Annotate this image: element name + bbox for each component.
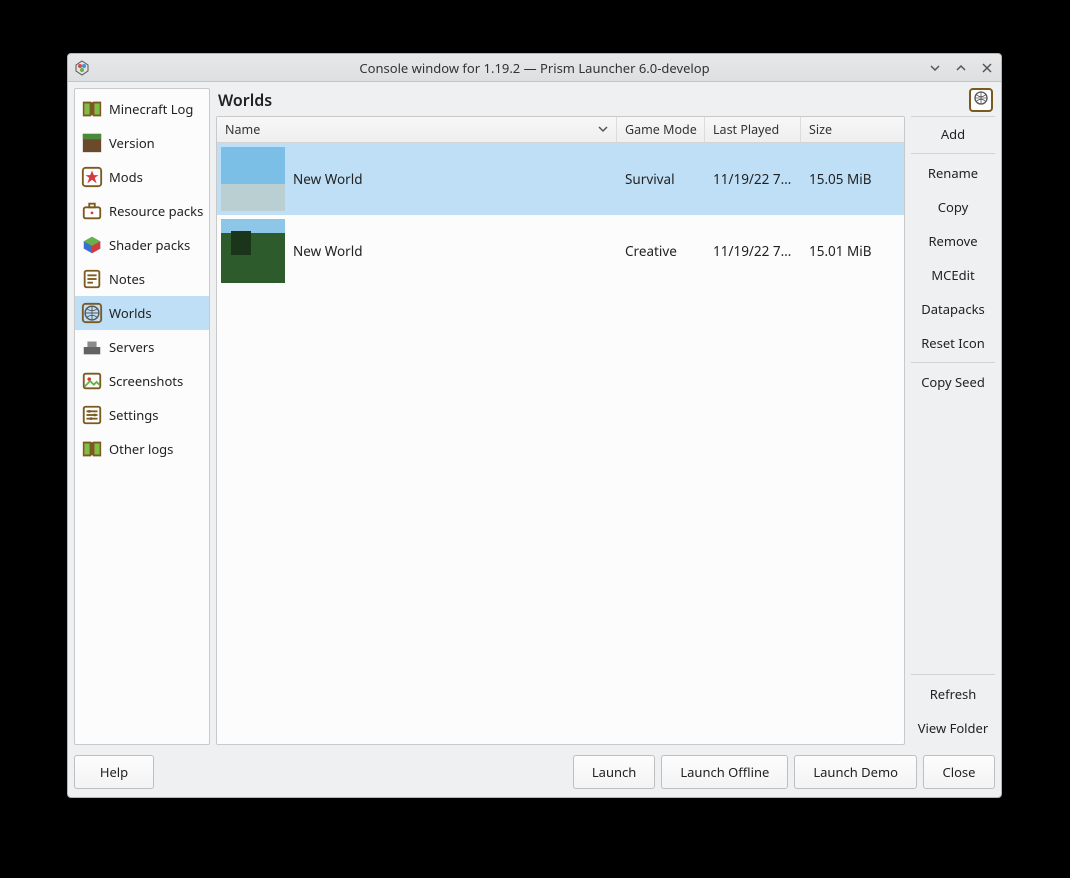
close-icon[interactable] [979, 60, 995, 76]
divider [911, 674, 995, 675]
window-title: Console window for 1.19.2 — Prism Launch… [68, 59, 1001, 77]
sidebar-item-label: Servers [109, 338, 154, 356]
sidebar-item-label: Worlds [109, 304, 152, 322]
column-header-last-played[interactable]: Last Played [705, 117, 801, 142]
star-icon [81, 166, 103, 188]
sidebar-item-mods[interactable]: Mods [75, 160, 209, 194]
world-last-played: 11/19/22 7:27 ... [705, 170, 801, 188]
book-open-icon [81, 438, 103, 460]
worlds-table: Name Game Mode Last Played Size New Worl… [216, 116, 905, 745]
sidebar-item-label: Settings [109, 406, 158, 424]
refresh-button[interactable]: Refresh [911, 677, 995, 711]
help-button[interactable]: Help [74, 755, 154, 789]
world-name: New World [293, 170, 363, 188]
divider [911, 362, 995, 363]
sidebar-item-label: Shader packs [109, 236, 190, 254]
sidebar-item-worlds[interactable]: Worlds [75, 296, 209, 330]
world-game-mode: Survival [617, 170, 705, 188]
view-folder-button[interactable]: View Folder [911, 711, 995, 745]
world-thumbnail [221, 147, 285, 211]
sliders-icon [81, 404, 103, 426]
world-size: 15.01 MiB [801, 242, 904, 260]
cube-icon [81, 234, 103, 256]
globe-icon [81, 302, 103, 324]
copy-seed-button[interactable]: Copy Seed [911, 365, 995, 399]
note-icon [81, 268, 103, 290]
launch-offline-button[interactable]: Launch Offline [661, 755, 788, 789]
sidebar-item-servers[interactable]: Servers [75, 330, 209, 364]
column-header-size[interactable]: Size [801, 117, 904, 142]
sidebar-item-label: Other logs [109, 440, 173, 458]
column-header-name[interactable]: Name [217, 117, 617, 142]
book-open-icon [81, 98, 103, 120]
sidebar-item-minecraft-log[interactable]: Minecraft Log [75, 92, 209, 126]
world-thumbnail [221, 219, 285, 283]
add-button[interactable]: Add [911, 117, 995, 151]
rename-button[interactable]: Rename [911, 156, 995, 190]
table-row[interactable]: New World Survival11/19/22 7:27 ...15.05 … [217, 143, 904, 215]
briefcase-icon [81, 200, 103, 222]
world-game-mode: Creative [617, 242, 705, 260]
sidebar-item-resource-packs[interactable]: Resource packs [75, 194, 209, 228]
copy-button[interactable]: Copy [911, 190, 995, 224]
world-name: New World [293, 242, 363, 260]
sidebar-item-version[interactable]: Version [75, 126, 209, 160]
column-header-game-mode[interactable]: Game Mode [617, 117, 705, 142]
launch-demo-button[interactable]: Launch Demo [794, 755, 917, 789]
launch-button[interactable]: Launch [573, 755, 655, 789]
sidebar-item-other-logs[interactable]: Other logs [75, 432, 209, 466]
sidebar-item-settings[interactable]: Settings [75, 398, 209, 432]
datapacks-button[interactable]: Datapacks [911, 292, 995, 326]
bottom-bar: Help Launch Launch Offline Launch Demo C… [68, 751, 1001, 797]
divider [911, 153, 995, 154]
actions-panel: Add Rename Copy Remove MCEdit Datapacks … [911, 116, 995, 745]
image-icon [81, 370, 103, 392]
maximize-icon[interactable] [953, 60, 969, 76]
close-button[interactable]: Close [923, 755, 995, 789]
page-title: Worlds [218, 89, 272, 111]
open-worlds-button[interactable] [969, 88, 993, 112]
sidebar-item-screenshots[interactable]: Screenshots [75, 364, 209, 398]
sidebar-item-label: Minecraft Log [109, 100, 193, 118]
sidebar-item-label: Screenshots [109, 372, 183, 390]
titlebar: Console window for 1.19.2 — Prism Launch… [68, 54, 1001, 82]
sidebar-item-notes[interactable]: Notes [75, 262, 209, 296]
sidebar-item-label: Version [109, 134, 155, 152]
reset-icon-button[interactable]: Reset Icon [911, 326, 995, 360]
app-icon [74, 60, 90, 76]
chevron-down-icon [598, 121, 608, 138]
sidebar-item-label: Resource packs [109, 202, 203, 220]
sidebar-item-label: Mods [109, 168, 143, 186]
window: Console window for 1.19.2 — Prism Launch… [67, 53, 1002, 798]
mcedit-button[interactable]: MCEdit [911, 258, 995, 292]
world-size: 15.05 MiB [801, 170, 904, 188]
sidebar-item-shader-packs[interactable]: Shader packs [75, 228, 209, 262]
remove-button[interactable]: Remove [911, 224, 995, 258]
table-row[interactable]: New World Creative11/19/22 7:28 ...15.01 … [217, 215, 904, 287]
world-last-played: 11/19/22 7:28 ... [705, 242, 801, 260]
minimize-icon[interactable] [927, 60, 943, 76]
sidebar: Minecraft Log Version Mods Resource pack… [74, 88, 210, 745]
dirt-block-icon [81, 132, 103, 154]
globe-icon [973, 90, 989, 110]
sidebar-item-label: Notes [109, 270, 145, 288]
server-icon [81, 336, 103, 358]
